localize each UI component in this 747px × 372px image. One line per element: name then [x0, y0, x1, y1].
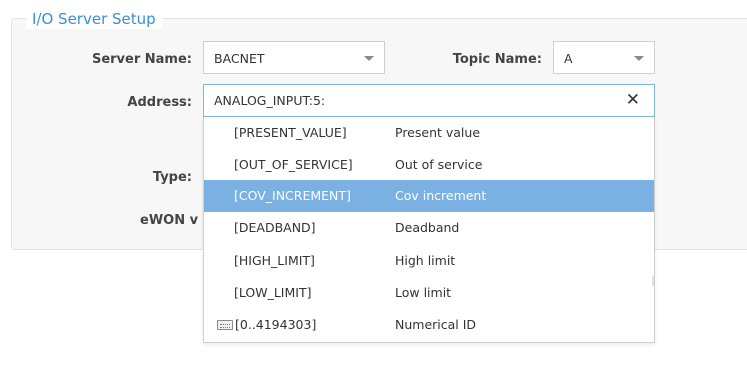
address-label: Address:: [127, 95, 192, 110]
option-code: [HIGH_LIMIT]: [234, 253, 315, 268]
list-item[interactable]: [OUT_OF_SERVICE] Out of service: [204, 149, 654, 181]
ewon-label: eWON v: [140, 213, 199, 228]
topic-name-select[interactable]: A: [553, 41, 655, 74]
option-description: Numerical ID: [395, 317, 477, 332]
close-icon[interactable]: ✕: [626, 91, 640, 109]
section-title: I/O Server Setup: [26, 9, 162, 29]
option-description: Deadband: [395, 220, 460, 235]
topic-name-value: A: [564, 51, 573, 66]
option-code: [PRESENT_VALUE]: [234, 125, 347, 140]
list-item[interactable]: [0..4194303] Numerical ID: [204, 309, 654, 341]
list-item[interactable]: [LOW_LIMIT] Low limit: [204, 277, 654, 309]
list-item[interactable]: [DEADBAND] Deadband: [204, 212, 654, 244]
list-item[interactable]: [PRESENT_VALUE] Present value: [204, 117, 654, 149]
background-fragment: [652, 276, 654, 286]
option-description: Out of service: [395, 157, 483, 172]
option-description: Present value: [395, 125, 481, 140]
option-description: Low limit: [395, 285, 452, 300]
option-code: [DEADBAND]: [234, 220, 316, 235]
server-name-value: BACNET: [214, 51, 265, 66]
address-value: ANALOG_INPUT:5:: [214, 93, 326, 108]
address-autocomplete-list: [PRESENT_VALUE] Present value [OUT_OF_SE…: [203, 117, 655, 343]
option-code: [0..4194303]: [235, 317, 317, 332]
option-code: [LOW_LIMIT]: [234, 285, 312, 300]
server-name-label: Server Name:: [91, 52, 192, 67]
type-label: Type:: [152, 170, 192, 185]
chevron-down-icon[interactable]: [364, 56, 374, 61]
list-item[interactable]: [HIGH_LIMIT] High limit: [204, 245, 654, 277]
chevron-down-icon[interactable]: [634, 56, 644, 61]
option-description: High limit: [395, 253, 456, 268]
option-code: [COV_INCREMENT]: [234, 188, 351, 203]
server-name-select[interactable]: BACNET: [203, 41, 385, 74]
option-code: [OUT_OF_SERVICE]: [234, 157, 353, 172]
keyboard-icon: [217, 320, 233, 330]
list-item-selected[interactable]: [COV_INCREMENT] Cov increment: [204, 180, 654, 212]
topic-name-label: Topic Name:: [452, 52, 542, 67]
address-input[interactable]: ANALOG_INPUT:5: ✕: [203, 84, 655, 117]
option-description: Cov increment: [395, 188, 487, 203]
